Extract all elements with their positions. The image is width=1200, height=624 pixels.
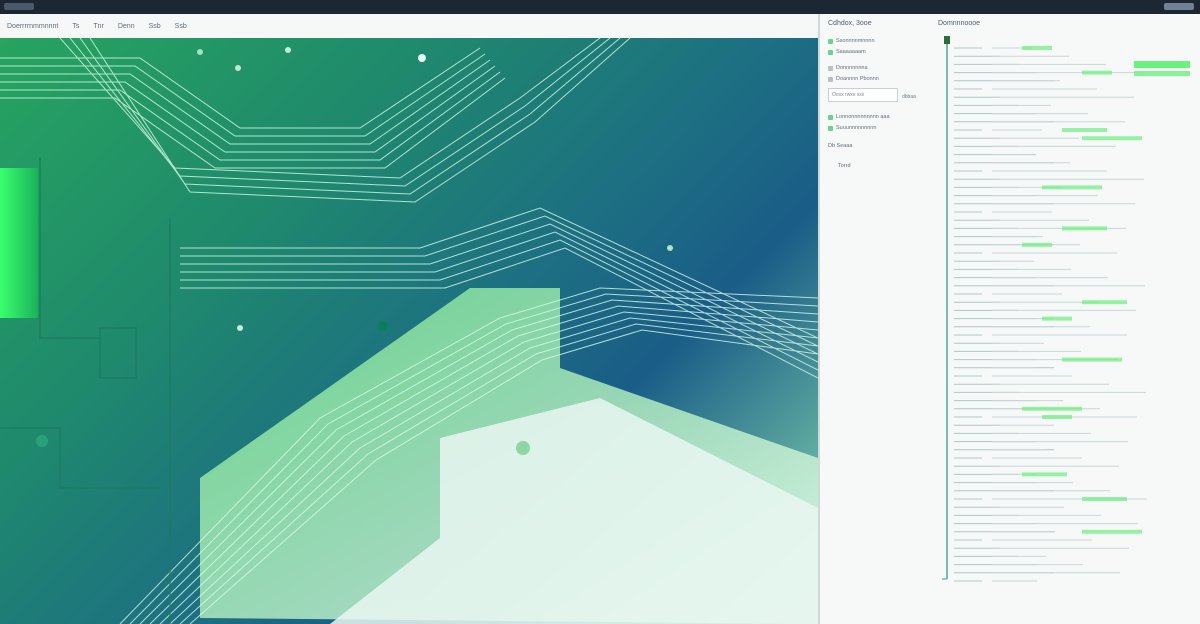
check-icon[interactable] (828, 114, 833, 120)
layer-label: Saaaaaaam (836, 49, 866, 55)
layer-label: Donnnnnnna (836, 65, 868, 71)
layer-item-1[interactable]: Ssonnnnmnnnn (828, 36, 898, 46)
check-icon[interactable] (828, 125, 833, 131)
properties-panel: Cdhdox, 3ooe Domnnnoooe Ssonnnnmnnnn Saa… (818, 14, 1200, 624)
value-field[interactable]: Ooxx rwxx xxx (828, 88, 898, 102)
menu-bar: Doerrrrnmmnnnt Ts Tnr Denn Ssb Ssb (0, 14, 818, 39)
tree-row-highlight (1042, 316, 1072, 321)
check-icon[interactable] (828, 65, 833, 71)
layer-label: Suuunnnnnnnnn (836, 125, 877, 131)
window-title-bar (0, 0, 1200, 14)
tree-row-highlight (1062, 128, 1107, 132)
layer-item-6[interactable]: Suuunnnnnnnnn (828, 123, 898, 133)
check-icon[interactable] (828, 76, 833, 82)
circuit-canvas[interactable] (0, 38, 818, 624)
check-icon[interactable] (828, 49, 833, 55)
layer-label: Doannnn Pbonnn (836, 76, 879, 82)
tree-row-highlight (1082, 497, 1127, 501)
tree-row-highlight (1022, 242, 1052, 247)
menu-item-denn[interactable]: Denn (111, 23, 142, 30)
tree-row-highlight (1042, 185, 1102, 190)
tree-row-highlight (1082, 529, 1142, 534)
tree-row-highlight (1082, 300, 1127, 305)
toggle-box-icon[interactable] (944, 36, 950, 44)
tree-selected-highlight (1134, 61, 1190, 68)
circuit-illustration (0, 38, 818, 624)
layer-label: Ssonnnnmnnnn (836, 38, 875, 44)
layer-tree[interactable] (942, 34, 1198, 614)
layer-item-3[interactable]: Donnnnnnna (828, 63, 898, 73)
small-label-b: Torrd (838, 163, 851, 169)
check-icon[interactable] (828, 38, 833, 44)
menu-item-ssb-1[interactable]: Ssb (142, 23, 168, 30)
layer-item-4[interactable]: Doannnn Pbonnn (828, 74, 898, 84)
menu-item-ssb-2[interactable]: Ssb (168, 23, 194, 30)
tree-row-highlight (1042, 415, 1072, 419)
menu-item-tnr[interactable]: Tnr (86, 23, 111, 30)
tree-row-highlight (1022, 46, 1052, 50)
tree-row-highlight (1022, 406, 1082, 411)
menu-item-ts[interactable]: Ts (65, 23, 86, 30)
small-label-a: Db Seaaa (828, 143, 853, 149)
tree-row-highlight (1082, 70, 1112, 75)
window-controls-icon[interactable] (1164, 3, 1194, 10)
titlebar-mark (4, 3, 34, 10)
side-label: dbbaa (902, 94, 916, 100)
tree-selected-highlight (1134, 71, 1190, 76)
layer-item-2[interactable]: Saaaaaaam (828, 47, 898, 57)
layer-label: Lonnonnnnnnnnn aaa (836, 114, 890, 120)
tree-rows (954, 46, 1190, 582)
layer-list: Ssonnnnmnnnn Saaaaaaam Donnnnnnna Doannn… (828, 36, 898, 172)
tree-row-highlight (1022, 472, 1067, 477)
panel-title-left: Cdhdox, 3ooe (828, 20, 872, 27)
layer-item-5[interactable]: Lonnonnnnnnnnn aaa (828, 112, 898, 122)
panel-title-right: Domnnnoooe (938, 20, 981, 27)
menu-item-document[interactable]: Doerrrrnmmnnnt (0, 23, 65, 30)
tree-row-highlight (1062, 357, 1122, 362)
tree-row-highlight (1082, 136, 1142, 141)
tree-row-highlight (1062, 226, 1107, 231)
